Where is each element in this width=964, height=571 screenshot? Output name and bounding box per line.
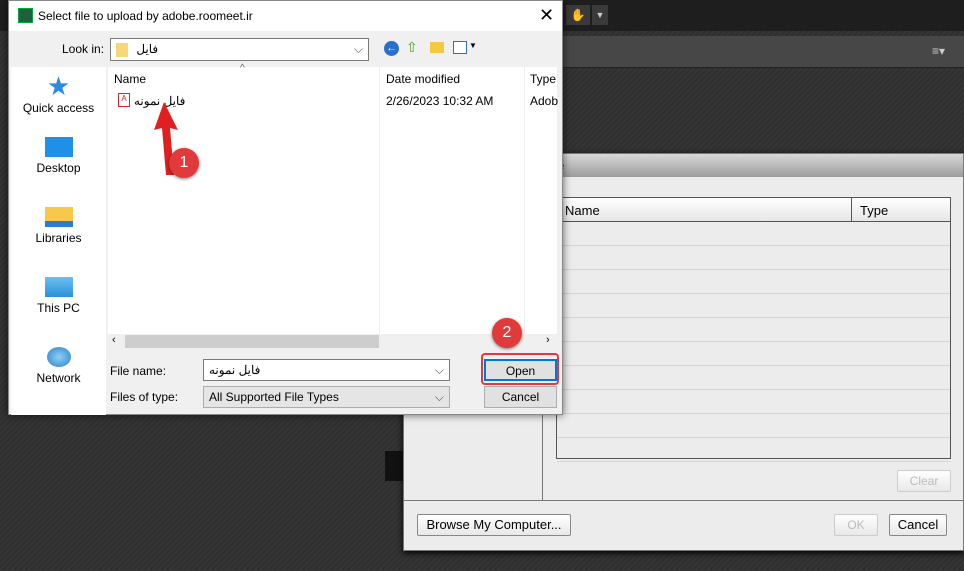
highlight-open: [481, 353, 559, 385]
column-header: Name: [114, 72, 147, 86]
column-header: Date modified: [386, 72, 461, 86]
nav-label: Quick access: [22, 101, 95, 115]
file-name-value: فایل نمونه: [209, 363, 261, 377]
annotation-badge-2: 2: [492, 318, 522, 348]
cancel-button[interactable]: Cancel: [484, 386, 557, 408]
look-in-value: فایل: [136, 42, 159, 56]
chevron-down-icon: ⌵: [434, 390, 444, 404]
chevron-down-icon[interactable]: ▼: [592, 5, 608, 25]
folder-icon: [116, 42, 128, 57]
file-table: Name Type: [556, 197, 951, 462]
scroll-left-icon[interactable]: ‹: [112, 334, 116, 346]
nav-network[interactable]: Network: [11, 347, 106, 407]
chevron-down-icon: ⌵: [434, 363, 444, 377]
libraries-icon: [44, 207, 73, 227]
horizontal-scrollbar[interactable]: ‹ ›: [108, 334, 558, 349]
nav-label: This PC: [37, 301, 80, 315]
chevron-down-icon[interactable]: ▼: [469, 41, 477, 50]
star-icon: ★: [46, 71, 71, 101]
nav-label: Network: [36, 371, 81, 385]
computer-icon: [44, 277, 73, 297]
pdf-icon: A: [118, 93, 130, 107]
desktop-icon: [44, 137, 73, 157]
view-menu-icon[interactable]: [453, 41, 467, 54]
clear-button[interactable]: Clear: [897, 470, 951, 492]
new-folder-icon[interactable]: [430, 42, 444, 53]
title-bar: Select file to upload by adobe.roomeet.i…: [9, 1, 562, 31]
column-name[interactable]: Name: [557, 198, 852, 221]
nav-desktop[interactable]: Desktop: [11, 137, 106, 197]
look-in-select[interactable]: فایل ⌵: [110, 38, 369, 61]
scroll-right-icon[interactable]: ›: [546, 334, 550, 346]
scroll-thumb[interactable]: [125, 335, 379, 348]
up-folder-icon[interactable]: ⇧: [406, 39, 418, 56]
column-type[interactable]: Type: [852, 198, 896, 221]
nav-this-pc[interactable]: This PC: [11, 277, 106, 337]
files-of-type-select[interactable]: All Supported File Types ⌵: [203, 386, 450, 408]
file-type: Adob: [530, 94, 558, 108]
cancel-button[interactable]: Cancel: [889, 514, 947, 536]
pod-header: ≡▾: [560, 36, 964, 68]
back-icon[interactable]: ←: [384, 41, 399, 56]
files-of-type-value: All Supported File Types: [209, 390, 339, 404]
file-date: 2/26/2023 10:32 AM: [386, 94, 494, 108]
background-button: [385, 451, 405, 481]
annotation-badge-1: 1: [169, 148, 199, 178]
places-bar: ★ Quick access Desktop Libraries This PC …: [11, 67, 106, 415]
nav-quick-access[interactable]: ★ Quick access: [11, 67, 106, 127]
column-header: Type: [530, 72, 557, 86]
look-in-label: Look in:: [62, 42, 105, 56]
browse-my-computer-button[interactable]: Browse My Computer...: [417, 514, 571, 536]
ok-button[interactable]: OK: [834, 514, 878, 536]
nav-label: Libraries: [35, 231, 82, 245]
close-icon[interactable]: ✕: [539, 5, 554, 26]
nav-label: Desktop: [36, 161, 81, 175]
file-open-dialog: Select file to upload by adobe.roomeet.i…: [8, 0, 563, 415]
dialog-title: Select file to upload by adobe.roomeet.i…: [38, 9, 253, 23]
nav-libraries[interactable]: Libraries: [11, 207, 106, 267]
raise-hand-icon[interactable]: ✋: [566, 5, 590, 25]
file-name-input[interactable]: فایل نمونه ⌵: [203, 359, 450, 381]
chevron-down-icon: ⌵: [353, 42, 363, 56]
files-of-type-label: Files of type:: [110, 390, 179, 404]
app-icon: [18, 8, 33, 23]
file-name-label: File name:: [110, 364, 167, 378]
network-icon: [46, 347, 71, 367]
menu-icon[interactable]: ≡▾: [932, 44, 945, 58]
